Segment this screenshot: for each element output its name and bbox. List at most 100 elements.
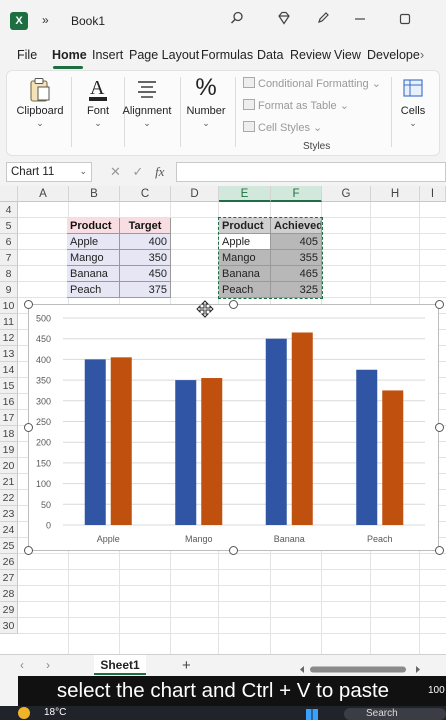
confirm-icon[interactable]: ✓ <box>133 164 144 179</box>
row-header[interactable]: 22 <box>0 490 18 506</box>
pen-icon[interactable] <box>313 10 333 30</box>
alignment-group[interactable]: Alignment ⌄ <box>122 71 172 155</box>
embedded-chart[interactable]: 0 50 100 150 200 250 300 350 400 450 500 Apple Mango… <box>28 304 439 551</box>
row-header[interactable]: 30 <box>0 618 18 634</box>
table1-cell[interactable]: 400 <box>120 234 171 250</box>
column-header[interactable]: A <box>18 186 69 202</box>
row-header[interactable]: 24 <box>0 522 18 538</box>
row-header[interactable]: 14 <box>0 362 18 378</box>
tab-insert[interactable]: Insert <box>92 48 123 62</box>
cell-styles-button[interactable]: Cell Styles ⌄ <box>243 121 322 134</box>
table1-header-product[interactable]: Product <box>67 218 120 234</box>
tab-file[interactable]: File <box>17 48 37 62</box>
horizontal-scrollbar[interactable] <box>300 661 420 673</box>
tab-data[interactable]: Data <box>257 48 283 62</box>
taskbar-search[interactable]: Search <box>344 708 446 720</box>
row-header[interactable]: 7 <box>0 250 18 266</box>
table1-cell[interactable]: Peach <box>67 282 120 298</box>
row-header[interactable]: 29 <box>0 602 18 618</box>
row-header[interactable]: 10 <box>0 298 18 314</box>
column-header[interactable]: E <box>219 186 271 202</box>
resize-handle[interactable] <box>24 546 33 555</box>
row-header[interactable]: 9 <box>0 282 18 298</box>
number-group[interactable]: % Number ⌄ <box>181 71 231 155</box>
font-group[interactable]: A Font ⌄ <box>73 71 123 155</box>
row-header[interactable]: 21 <box>0 474 18 490</box>
insert-function-button[interactable]: fx <box>155 164 164 179</box>
row-header[interactable]: 8 <box>0 266 18 282</box>
tab-developer[interactable]: Develope <box>367 48 420 62</box>
minimize-icon[interactable] <box>350 10 370 30</box>
search-icon[interactable] <box>227 10 247 30</box>
row-header[interactable]: 27 <box>0 570 18 586</box>
tab-home[interactable]: Home <box>52 48 87 62</box>
sheet-prev-button[interactable]: ‹ <box>20 658 24 672</box>
table1-cell[interactable]: 350 <box>120 250 171 266</box>
row-header[interactable]: 16 <box>0 394 18 410</box>
table1-cell[interactable]: 375 <box>120 282 171 298</box>
sheet-tab-sheet1[interactable]: Sheet1 <box>94 655 146 675</box>
tab-formulas[interactable]: Formulas <box>201 48 253 62</box>
column-header[interactable]: H <box>371 186 420 202</box>
tab-page-layout[interactable]: Page Layout <box>129 48 199 62</box>
row-header[interactable]: 17 <box>0 410 18 426</box>
column-header[interactable]: C <box>120 186 171 202</box>
column-header[interactable]: F <box>271 186 322 202</box>
row-header[interactable]: 5 <box>0 218 18 234</box>
quick-access-overflow-button[interactable]: » <box>42 13 49 27</box>
worksheet-grid[interactable]: A B C D E F G H I 4 5 6 7 8 9 10 11 12 13 14 15 16 17… <box>0 186 446 654</box>
column-header[interactable]: B <box>69 186 120 202</box>
cells-group[interactable]: Cells ⌄ <box>393 71 433 155</box>
sheet-next-button[interactable]: › <box>46 658 50 672</box>
column-header[interactable]: I <box>420 186 446 202</box>
row-header[interactable]: 13 <box>0 346 18 362</box>
excel-logo-icon: X <box>10 12 28 30</box>
row-header[interactable]: 18 <box>0 426 18 442</box>
cancel-icon[interactable]: ✕ <box>110 164 121 179</box>
conditional-formatting-button[interactable]: Conditional Formatting ⌄ <box>243 77 381 90</box>
row-header[interactable]: 26 <box>0 554 18 570</box>
row-header[interactable]: 23 <box>0 506 18 522</box>
resize-handle[interactable] <box>24 423 33 432</box>
alignment-label: Alignment <box>122 105 172 117</box>
number-label: Number <box>186 105 226 117</box>
tabs-scroll-right-button[interactable]: › <box>420 48 424 62</box>
row-header[interactable]: 4 <box>0 202 18 218</box>
table1-cell[interactable]: Apple <box>67 234 120 250</box>
row-header[interactable]: 28 <box>0 586 18 602</box>
table1-cell[interactable]: 450 <box>120 266 171 282</box>
resize-handle[interactable] <box>435 300 444 309</box>
row-header[interactable]: 11 <box>0 314 18 330</box>
weather-temp[interactable]: 18°C <box>44 707 66 718</box>
weather-icon[interactable] <box>18 707 30 719</box>
tab-view[interactable]: View <box>334 48 361 62</box>
windows-start-icon[interactable] <box>306 709 318 720</box>
select-all-corner[interactable] <box>0 186 18 202</box>
clipboard-group[interactable]: Clipboard ⌄ <box>11 71 69 155</box>
chevron-down-icon[interactable]: ⌄ <box>79 166 87 177</box>
y-tick-label: 0 <box>46 521 51 531</box>
formula-input[interactable] <box>176 162 446 182</box>
add-sheet-button[interactable]: + <box>182 657 191 674</box>
resize-handle[interactable] <box>229 546 238 555</box>
diamond-icon[interactable] <box>274 10 294 30</box>
table1-cell[interactable]: Banana <box>67 266 120 282</box>
name-box[interactable]: Chart 11 ⌄ <box>6 162 92 182</box>
resize-handle[interactable] <box>435 423 444 432</box>
table1-cell[interactable]: Mango <box>67 250 120 266</box>
row-header[interactable]: 15 <box>0 378 18 394</box>
tab-review[interactable]: Review <box>290 48 331 62</box>
maximize-icon[interactable] <box>395 10 415 30</box>
row-header[interactable]: 25 <box>0 538 18 554</box>
resize-handle[interactable] <box>435 546 444 555</box>
row-header[interactable]: 12 <box>0 330 18 346</box>
resize-handle[interactable] <box>24 300 33 309</box>
table1-header-target[interactable]: Target <box>120 218 171 234</box>
row-header[interactable]: 19 <box>0 442 18 458</box>
resize-handle[interactable] <box>229 300 238 309</box>
row-header[interactable]: 20 <box>0 458 18 474</box>
format-as-table-button[interactable]: Format as Table ⌄ <box>243 99 349 112</box>
column-header[interactable]: D <box>171 186 219 202</box>
column-header[interactable]: G <box>322 186 371 202</box>
row-header[interactable]: 6 <box>0 234 18 250</box>
